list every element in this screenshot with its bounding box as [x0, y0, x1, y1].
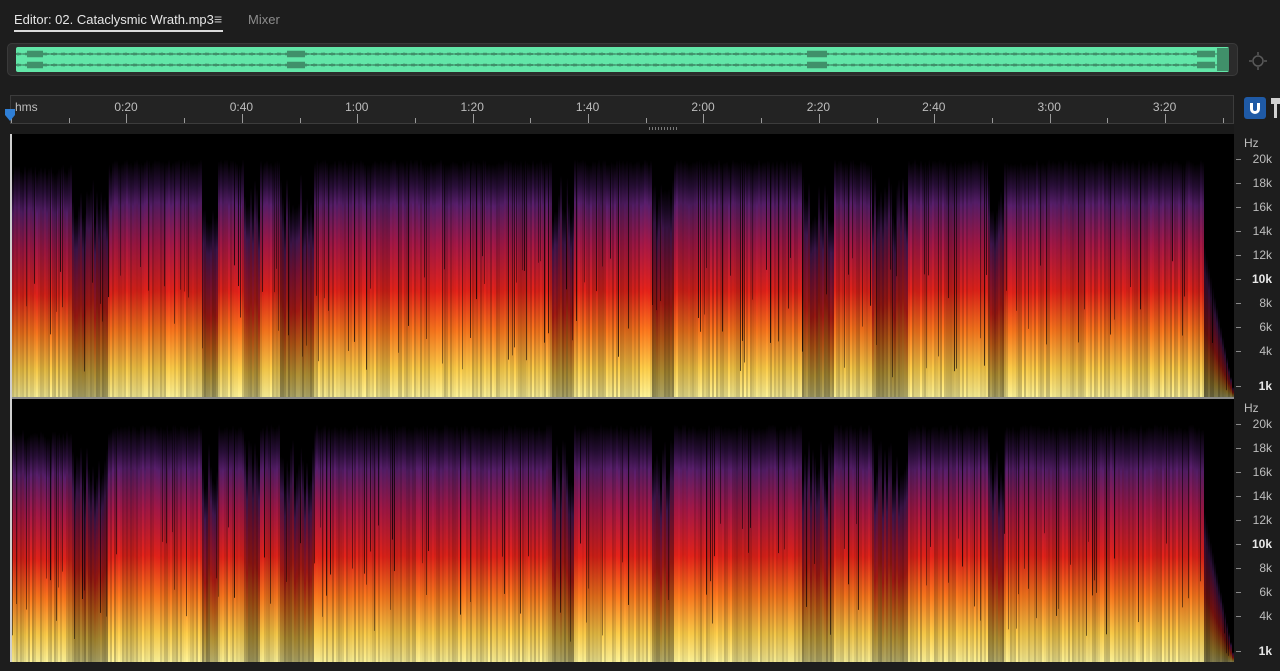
time-ruler-tick: [357, 114, 359, 123]
time-ruler-label: 2:00: [691, 100, 715, 114]
time-ruler-tick: [761, 118, 763, 123]
playhead-marker-icon[interactable]: [4, 108, 16, 122]
time-ruler-tick: [876, 118, 878, 123]
frequency-scale-left: Hz 20k 18k 16k 14k 12k 10k 8k 6k 4k 1k: [1236, 134, 1280, 397]
frequency-tick: [1236, 386, 1241, 387]
time-ruler-label: 0:40: [229, 100, 254, 114]
frequency-tick: [1236, 327, 1241, 328]
playhead-line[interactable]: [10, 134, 12, 662]
frequency-tick: [1236, 159, 1241, 160]
active-tab-indicator: [14, 30, 223, 32]
frequency-unit-label: Hz: [1244, 401, 1259, 415]
frequency-label: 1k: [1258, 644, 1272, 658]
marker-pin-icon[interactable]: [1271, 98, 1280, 118]
time-ruler-tick: [1222, 118, 1224, 123]
frequency-label: 12k: [1252, 248, 1272, 262]
frequency-tick: [1236, 183, 1241, 184]
editor-bottom-edge: [0, 662, 1280, 671]
frequency-label: 14k: [1252, 224, 1272, 238]
time-ruler-label: 1:40: [575, 100, 600, 114]
frequency-label: 14k: [1252, 489, 1272, 503]
tab-mixer[interactable]: Mixer: [248, 12, 280, 27]
overview-navigator[interactable]: [7, 43, 1238, 76]
frequency-label: 1k: [1258, 379, 1272, 393]
time-ruler-label: 2:40: [922, 100, 946, 114]
frequency-label: 8k: [1259, 561, 1272, 575]
frequency-label: 18k: [1252, 441, 1272, 455]
time-ruler-label: 3:00: [1037, 100, 1061, 114]
snap-toggle-button[interactable]: [1244, 97, 1266, 119]
frequency-tick: [1236, 448, 1241, 449]
frequency-tick: [1236, 520, 1241, 521]
overview-waveform-path: [16, 48, 1229, 71]
frequency-tick: [1236, 592, 1241, 593]
frequency-tick: [1236, 472, 1241, 473]
time-ruler-tick: [68, 118, 70, 123]
time-ruler-tick: [991, 118, 993, 123]
overview-waveform[interactable]: [16, 47, 1229, 72]
frequency-tick: [1236, 279, 1241, 280]
frequency-tick: [1236, 424, 1241, 425]
frequency-label: 20k: [1252, 417, 1272, 431]
frequency-label: 10k: [1251, 537, 1272, 551]
time-ruler-tick: [1049, 114, 1051, 123]
split-grip-handle[interactable]: [649, 127, 677, 130]
frequency-label: 4k: [1259, 344, 1272, 358]
frequency-tick: [1236, 568, 1241, 569]
time-ruler-label: 2:20: [806, 100, 831, 114]
time-ruler-tick: [934, 114, 936, 123]
overview-waveform-graphic: [16, 48, 1229, 71]
frequency-label: 6k: [1259, 320, 1272, 334]
frequency-tick: [1236, 351, 1241, 352]
frequency-scale-right: Hz 20k 18k 16k 14k 12k 10k 8k 6k 4k 1k: [1236, 399, 1280, 662]
frequency-unit-label: Hz: [1244, 136, 1259, 150]
time-ruler-tick: [588, 114, 589, 123]
overview-split-bar[interactable]: [10, 124, 1234, 134]
time-ruler-tick: [703, 114, 705, 123]
frequency-label: 6k: [1259, 585, 1272, 599]
frequency-label: 10k: [1251, 272, 1272, 286]
frequency-tick: [1236, 303, 1241, 304]
spectrogram-channel-right[interactable]: [12, 399, 1234, 662]
time-ruler-tick: [530, 118, 532, 123]
time-ruler-tick: [818, 114, 820, 123]
time-unit-label: hms: [15, 100, 38, 114]
time-ruler-tick: [645, 118, 647, 123]
frequency-tick: [1236, 207, 1241, 208]
frequency-label: 8k: [1259, 296, 1272, 310]
frequency-label: 16k: [1252, 200, 1272, 214]
hamburger-menu-icon[interactable]: ≡: [214, 11, 222, 27]
frequency-label: 12k: [1252, 513, 1272, 527]
frequency-tick: [1236, 255, 1241, 256]
time-ruler-tick: [299, 118, 301, 123]
frequency-label: 20k: [1252, 152, 1272, 166]
spectrogram-channel-left[interactable]: [12, 134, 1234, 397]
frequency-tick: [1236, 544, 1241, 545]
time-ruler-label: 1:00: [345, 100, 369, 114]
frequency-tick: [1236, 496, 1241, 497]
time-ruler-tick: [1165, 114, 1166, 123]
frequency-label: 18k: [1252, 176, 1272, 190]
time-ruler-tick: [1107, 118, 1109, 123]
frequency-tick: [1236, 616, 1241, 617]
time-ruler-label: 0:20: [114, 100, 138, 114]
frequency-tick: [1236, 651, 1241, 652]
time-ruler-tick: [126, 114, 128, 123]
zoom-navigator-icon[interactable]: [1248, 51, 1268, 71]
time-ruler[interactable]: hms 0:20 0:40 1:00 1:20 1:40 2:00 2:20 2:40 3:00…: [10, 95, 1234, 124]
time-ruler-tick: [472, 114, 474, 123]
frequency-label: 4k: [1259, 609, 1272, 623]
time-ruler-label: 3:20: [1152, 100, 1177, 114]
spectrogram-graphic-left: [12, 134, 1234, 397]
spectrogram-graphic-right: [12, 399, 1234, 662]
time-ruler-tick: [184, 118, 186, 123]
time-ruler-tick: [414, 118, 416, 123]
tab-editor[interactable]: Editor: 02. Cataclysmic Wrath.mp3: [14, 12, 214, 27]
frequency-label: 16k: [1252, 465, 1272, 479]
time-ruler-label: 1:20: [460, 100, 484, 114]
editor-tab-bar: Editor: 02. Cataclysmic Wrath.mp3 ≡ Mixe…: [0, 0, 1280, 38]
time-ruler-tick: [241, 114, 243, 123]
frequency-tick: [1236, 231, 1241, 232]
magnet-snap-icon: [1250, 103, 1260, 114]
